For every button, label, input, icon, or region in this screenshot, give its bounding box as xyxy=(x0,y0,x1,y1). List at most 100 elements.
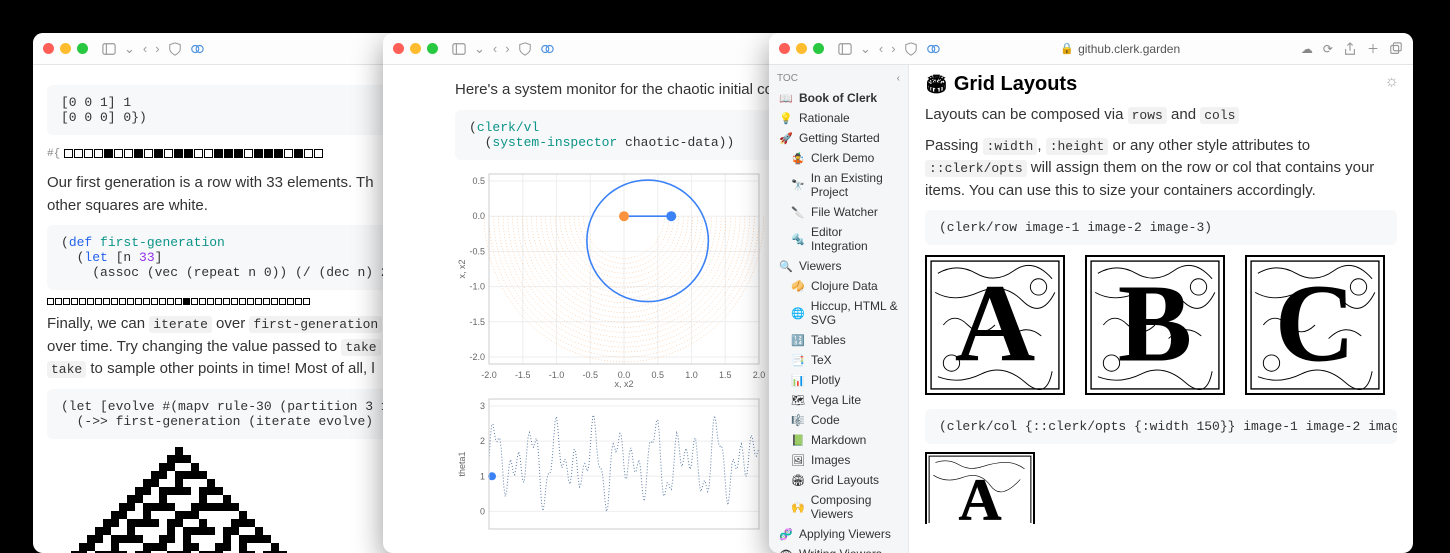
cell xyxy=(159,298,166,305)
forward-icon[interactable]: › xyxy=(155,41,159,56)
svg-text:-2.0: -2.0 xyxy=(481,370,497,380)
sidebar-icon[interactable] xyxy=(452,42,466,56)
maximize-icon[interactable] xyxy=(813,43,824,54)
extension-icon[interactable] xyxy=(926,42,940,56)
tabs-icon[interactable] xyxy=(1389,42,1403,56)
cell xyxy=(191,298,198,305)
svg-text:x, x2: x, x2 xyxy=(457,259,467,278)
shield-icon[interactable] xyxy=(518,42,532,56)
svg-text:-2.0: -2.0 xyxy=(469,351,485,361)
cell xyxy=(111,298,118,305)
ornate-letter-c: C xyxy=(1245,255,1385,395)
shield-icon[interactable] xyxy=(168,42,182,56)
shield-icon[interactable] xyxy=(904,42,918,56)
phase-chart-svg: -2.0-1.5-1.0-0.50.00.51.01.52.0-2.0-1.5-… xyxy=(455,168,765,388)
sidebar-icon[interactable] xyxy=(838,42,852,56)
chevron-down-icon[interactable]: ⌄ xyxy=(474,41,485,57)
svg-text:B: B xyxy=(1118,262,1192,385)
sidebar-item-getting-started[interactable]: 🚀Getting Started xyxy=(769,128,908,148)
extension-icon[interactable] xyxy=(190,42,204,56)
cell xyxy=(84,149,93,158)
book-icon: 📖 xyxy=(779,92,793,105)
chevron-left-icon[interactable]: ‹ xyxy=(897,73,900,84)
back-icon[interactable]: ‹ xyxy=(493,41,497,56)
cell xyxy=(304,149,313,158)
share-icon[interactable] xyxy=(1343,42,1357,56)
theme-toggle-icon[interactable]: ☼ xyxy=(1384,73,1399,91)
cell xyxy=(183,298,190,305)
cell xyxy=(114,149,123,158)
close-icon[interactable] xyxy=(393,43,404,54)
sidebar-item-tex[interactable]: 📑TeX xyxy=(769,350,908,370)
sidebar-item-writing-viewers[interactable]: 👁Writing Viewers xyxy=(769,544,908,553)
sidebar-item-vega-lite[interactable]: 🗺Vega Lite xyxy=(769,390,908,410)
svg-text:A: A xyxy=(955,262,1036,385)
minimize-icon[interactable] xyxy=(796,43,807,54)
sidebar-item-file-watcher[interactable]: 🔪File Watcher xyxy=(769,202,908,222)
cell xyxy=(303,298,310,305)
sidebar-book-title[interactable]: 📖 Book of Clerk xyxy=(769,88,908,108)
chevron-down-icon[interactable]: ⌄ xyxy=(124,41,135,57)
svg-text:2.0: 2.0 xyxy=(753,370,765,380)
forward-icon[interactable]: › xyxy=(891,41,895,56)
sidebar-item-label: Editor Integration xyxy=(811,225,902,253)
close-icon[interactable] xyxy=(43,43,54,54)
sidebar-item-label: Hiccup, HTML & SVG xyxy=(811,299,902,327)
main-content: ☼ 🏟 Grid Layouts Layouts can be composed… xyxy=(909,65,1413,553)
sidebar-item-applying-viewers[interactable]: 🧬Applying Viewers xyxy=(769,524,908,544)
sidebar-item-label: TeX xyxy=(811,353,832,367)
sidebar-item-clerk-demo[interactable]: 🤹Clerk Demo xyxy=(769,148,908,168)
text: chaotic-data)) xyxy=(617,135,734,150)
traffic-lights[interactable] xyxy=(779,43,824,54)
sidebar-item-in-an-existing-project[interactable]: 🔭In an Existing Project xyxy=(769,168,908,202)
toolbar-right: ☁︎ ⟳ ＋ xyxy=(1301,40,1403,57)
plus-icon[interactable]: ＋ xyxy=(1367,40,1379,57)
sidebar-item-clojure-data[interactable]: 🥠Clojure Data xyxy=(769,276,908,296)
cell xyxy=(194,149,203,158)
sidebar-item-editor-integration[interactable]: 🔩Editor Integration xyxy=(769,222,908,256)
reload-icon[interactable]: ⟳ xyxy=(1323,42,1333,56)
prose-intro: Layouts can be composed via rows and col… xyxy=(925,104,1397,127)
extension-icon[interactable] xyxy=(540,42,554,56)
sidebar-item-code[interactable]: 🎼Code xyxy=(769,410,908,430)
browser-window-3: ⌄ ‹ › 🔒 github.clerk.garden ☁︎ ⟳ ＋ TOC ‹… xyxy=(769,33,1413,553)
svg-text:0: 0 xyxy=(480,506,485,516)
cell xyxy=(134,149,143,158)
sidebar-item-tables[interactable]: 🔢Tables xyxy=(769,330,908,350)
forward-icon[interactable]: › xyxy=(505,41,509,56)
address-bar[interactable]: 🔒 github.clerk.garden xyxy=(948,42,1293,56)
toc-label: TOC xyxy=(777,73,798,84)
cell xyxy=(239,298,246,305)
traffic-lights[interactable] xyxy=(393,43,438,54)
minimize-icon[interactable] xyxy=(60,43,71,54)
sidebar-item-images[interactable]: 🖼Images xyxy=(769,450,908,470)
cell xyxy=(207,298,214,305)
cloud-icon[interactable]: ☁︎ xyxy=(1301,42,1313,56)
minimize-icon[interactable] xyxy=(410,43,421,54)
ornate-letter-a: A xyxy=(925,255,1065,395)
sidebar-item-markdown[interactable]: 📗Markdown xyxy=(769,430,908,450)
sidebar-icon[interactable] xyxy=(102,42,116,56)
chevron-down-icon[interactable]: ⌄ xyxy=(860,41,871,57)
maximize-icon[interactable] xyxy=(77,43,88,54)
toc-header: TOC ‹ xyxy=(769,71,908,88)
sidebar-icon: 🙌 xyxy=(791,501,805,514)
back-icon[interactable]: ‹ xyxy=(143,41,147,56)
sidebar-icon: 📊 xyxy=(791,374,805,387)
svg-text:1: 1 xyxy=(480,471,485,481)
sidebar-item-hiccup-html-svg[interactable]: 🌐Hiccup, HTML & SVG xyxy=(769,296,908,330)
sidebar-item-grid-layouts[interactable]: 🏟Grid Layouts xyxy=(769,470,908,490)
sidebar-item-plotly[interactable]: 📊Plotly xyxy=(769,370,908,390)
traffic-lights[interactable] xyxy=(43,43,88,54)
sidebar-item-label: Getting Started xyxy=(799,131,880,145)
text: and xyxy=(1167,106,1200,123)
sidebar-item-composing-viewers[interactable]: 🙌Composing Viewers xyxy=(769,490,908,524)
maximize-icon[interactable] xyxy=(427,43,438,54)
close-icon[interactable] xyxy=(779,43,790,54)
page-title: 🏟 Grid Layouts xyxy=(925,73,1397,96)
sidebar-item-viewers[interactable]: 🔍Viewers xyxy=(769,256,908,276)
back-icon[interactable]: ‹ xyxy=(879,41,883,56)
sidebar-item-rationale[interactable]: 💡Rationale xyxy=(769,108,908,128)
text: (assoc (vec (repeat n 0)) (/ (dec n) 2) xyxy=(61,265,396,280)
cell xyxy=(263,298,270,305)
